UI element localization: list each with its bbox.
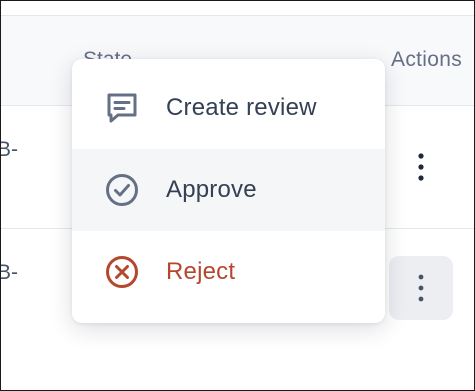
table-frame: State Actions B- B- [0, 0, 475, 391]
column-header-actions: Actions [391, 48, 462, 71]
actions-dropdown-menu: Create review Approve Reject [72, 59, 385, 323]
menu-item-label: Reject [166, 258, 236, 285]
table-top-border [1, 15, 474, 16]
more-vertical-icon [418, 153, 424, 181]
menu-item-reject[interactable]: Reject [72, 231, 385, 313]
row-actions-button[interactable] [389, 256, 453, 320]
menu-item-label: Approve [166, 176, 257, 203]
menu-item-approve[interactable]: Approve [72, 149, 385, 231]
row-cell-text: B- [1, 261, 18, 284]
row-actions-button[interactable] [389, 135, 453, 199]
more-vertical-icon [418, 274, 424, 302]
menu-item-label: Create review [166, 94, 317, 121]
menu-item-create-review[interactable]: Create review [72, 67, 385, 149]
row-cell-text: B- [1, 138, 18, 161]
review-icon [104, 90, 140, 126]
check-circle-icon [104, 172, 140, 208]
x-circle-icon [104, 254, 140, 290]
